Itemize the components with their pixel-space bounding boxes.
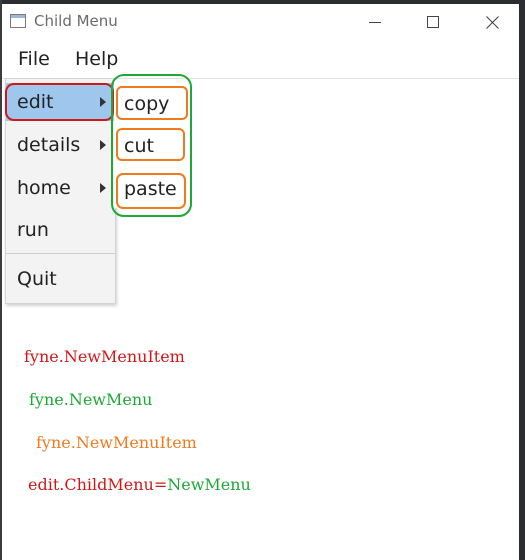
menu-item-home[interactable]: home xyxy=(6,169,115,207)
annotation-box-child-menu xyxy=(111,74,192,217)
close-icon xyxy=(485,15,499,29)
title-bar: Child Menu xyxy=(2,4,519,40)
menu-item-quit[interactable]: Quit xyxy=(6,260,115,298)
menu-item-run[interactable]: run xyxy=(6,211,115,249)
app-icon xyxy=(10,14,26,28)
submenu-arrow-icon xyxy=(100,183,106,193)
minimize-button[interactable] xyxy=(355,8,395,36)
annotation-child-menu-assignment: edit.ChildMenu=NewMenu xyxy=(28,475,251,494)
menu-item-label: home xyxy=(17,177,71,199)
menu-separator xyxy=(6,253,115,254)
annotation-child-menu-lhs: edit.ChildMenu= xyxy=(28,475,168,494)
submenu-arrow-icon xyxy=(100,140,106,150)
annotation-box-menu-item xyxy=(5,83,114,121)
annotation-new-menu-item: fyne.NewMenuItem xyxy=(24,347,185,366)
background-editor-strip-right xyxy=(519,0,525,560)
maximize-icon xyxy=(427,16,439,28)
menu-help[interactable]: Help xyxy=(75,48,118,70)
maximize-button[interactable] xyxy=(413,8,453,36)
minimize-icon xyxy=(369,22,381,23)
annotation-new-menu: fyne.NewMenu xyxy=(29,390,153,409)
close-button[interactable] xyxy=(472,8,512,36)
menu-item-label: details xyxy=(17,134,81,156)
menu-item-details[interactable]: details xyxy=(6,126,115,164)
window-title: Child Menu xyxy=(34,12,118,30)
annotation-child-menu-rhs: NewMenu xyxy=(167,475,251,494)
menu-item-label: run xyxy=(17,219,49,241)
menu-item-label: Quit xyxy=(17,268,57,290)
menu-file[interactable]: File xyxy=(18,48,50,70)
annotation-new-menu-item-child: fyne.NewMenuItem xyxy=(36,433,197,452)
menu-bar: File Help xyxy=(2,40,519,79)
